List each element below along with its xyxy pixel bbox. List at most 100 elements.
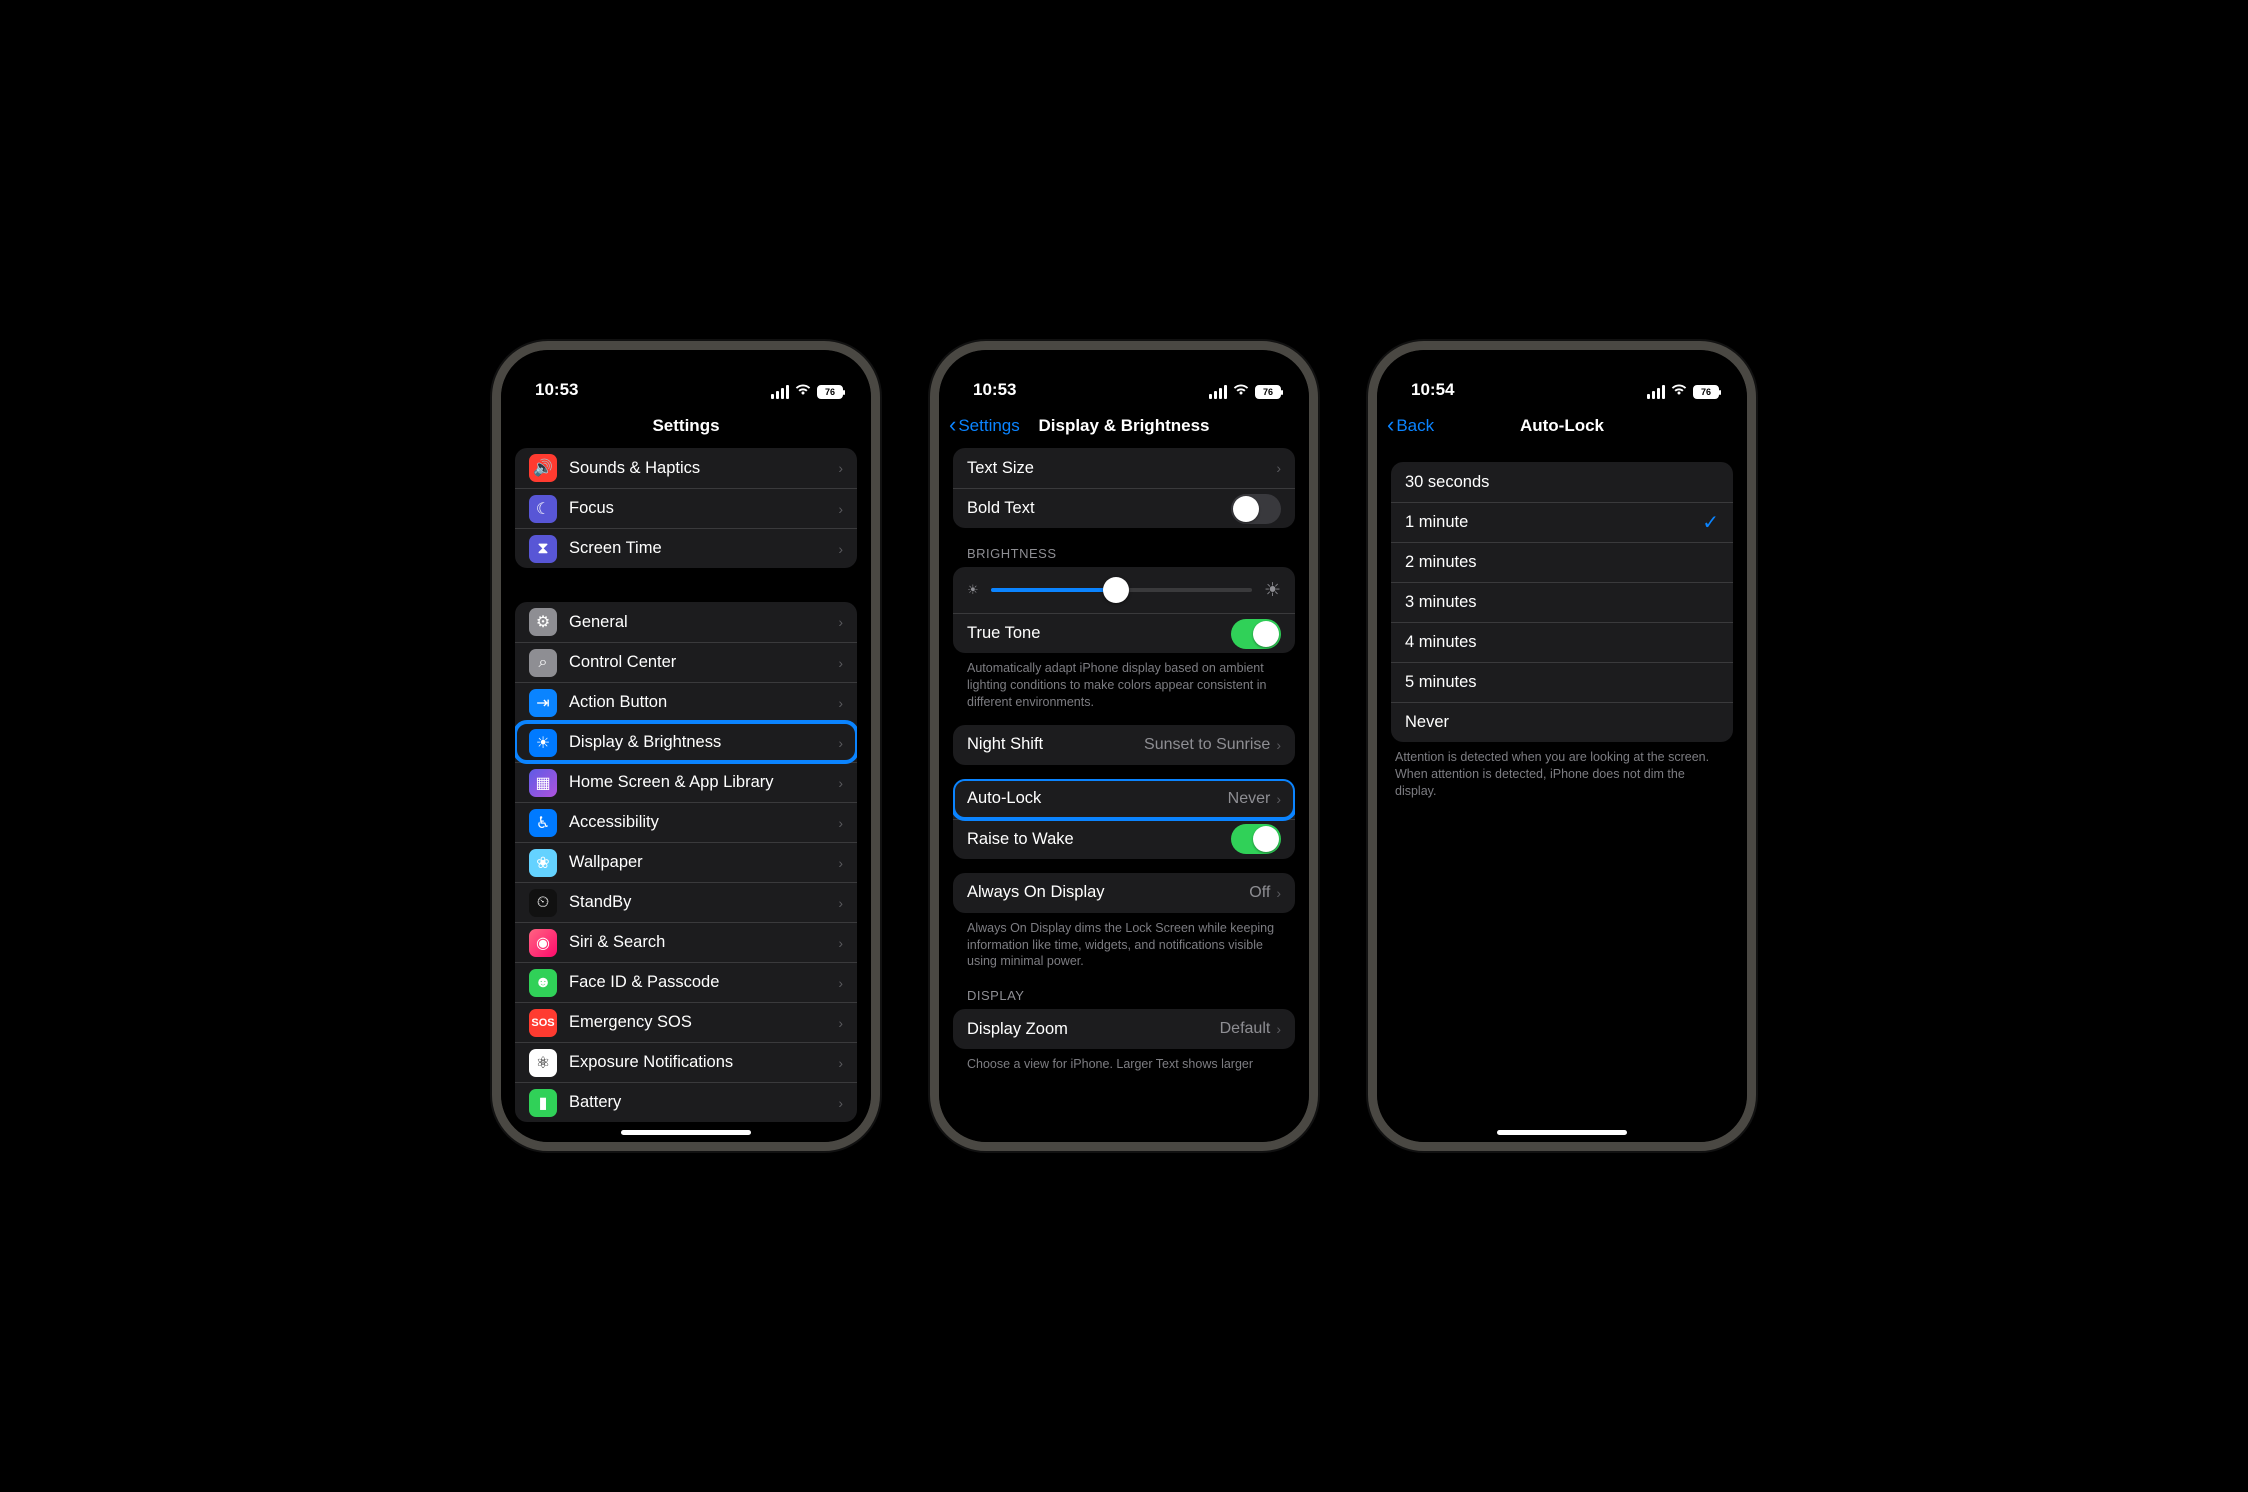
chevron-right-icon: ›: [838, 1015, 843, 1031]
settings-focus-label: Focus: [569, 499, 838, 518]
settings-standby[interactable]: ⏲StandBy›: [515, 882, 857, 922]
battery-icon: 76: [1693, 385, 1719, 399]
night-shift-label: Night Shift: [967, 735, 1144, 754]
row-text-size[interactable]: Text Size ›: [953, 448, 1295, 488]
display-header: DISPLAY: [967, 988, 1295, 1003]
true-tone-footer: Automatically adapt iPhone display based…: [967, 660, 1291, 711]
brightness-slider-row: ☀︎ ☀︎: [953, 567, 1295, 613]
chevron-right-icon: ›: [838, 815, 843, 831]
chevron-right-icon: ›: [838, 460, 843, 476]
status-bar: 10:53 76: [939, 350, 1309, 404]
settings-display-brightness-label: Display & Brightness: [569, 733, 838, 752]
settings-home-screen[interactable]: ▦Home Screen & App Library›: [515, 762, 857, 802]
row-raise-to-wake[interactable]: Raise to Wake: [953, 819, 1295, 859]
settings-display-brightness[interactable]: ☀Display & Brightness›: [515, 722, 857, 762]
always-on-footer: Always On Display dims the Lock Screen w…: [967, 920, 1291, 971]
check-icon: ✓: [1702, 510, 1719, 535]
settings-focus[interactable]: ☾Focus›: [515, 488, 857, 528]
raise-to-wake-label: Raise to Wake: [967, 830, 1231, 849]
settings-home-screen-icon: ▦: [529, 769, 557, 797]
settings-faceid[interactable]: ☻Face ID & Passcode›: [515, 962, 857, 1002]
settings-general[interactable]: ⚙General›: [515, 602, 857, 642]
battery-icon: 76: [817, 385, 843, 399]
home-indicator[interactable]: [621, 1130, 751, 1135]
true-tone-label: True Tone: [967, 624, 1231, 643]
auto-lock-option-label: 5 minutes: [1405, 673, 1719, 692]
nav-bar: Settings: [501, 404, 871, 448]
signal-icon: [1647, 385, 1665, 399]
settings-control-center-icon: ⌕: [529, 649, 557, 677]
signal-icon: [1209, 385, 1227, 399]
auto-lock-option[interactable]: 4 minutes: [1391, 622, 1733, 662]
settings-sounds-icon: 🔊: [529, 454, 557, 482]
settings-sounds-label: Sounds & Haptics: [569, 459, 838, 478]
auto-lock-footer: Attention is detected when you are looki…: [1395, 749, 1729, 800]
row-true-tone[interactable]: True Tone: [953, 613, 1295, 653]
row-always-on[interactable]: Always On Display Off ›: [953, 873, 1295, 913]
settings-siri[interactable]: ◉Siri & Search›: [515, 922, 857, 962]
bold-text-toggle[interactable]: [1231, 494, 1281, 524]
settings-battery[interactable]: ▮Battery›: [515, 1082, 857, 1122]
chevron-right-icon: ›: [1276, 460, 1281, 476]
always-on-label: Always On Display: [967, 883, 1249, 902]
status-time: 10:54: [1411, 380, 1454, 400]
settings-wallpaper[interactable]: ❀Wallpaper›: [515, 842, 857, 882]
sun-large-icon: ☀︎: [1264, 579, 1281, 602]
auto-lock-option[interactable]: 5 minutes: [1391, 662, 1733, 702]
row-night-shift[interactable]: Night Shift Sunset to Sunrise ›: [953, 725, 1295, 765]
page-title: Settings: [501, 416, 871, 436]
settings-battery-icon: ▮: [529, 1089, 557, 1117]
settings-control-center-label: Control Center: [569, 653, 838, 672]
wifi-icon: [795, 383, 811, 400]
settings-screen-time[interactable]: ⧗Screen Time›: [515, 528, 857, 568]
brightness-slider[interactable]: [991, 588, 1252, 592]
settings-sounds[interactable]: 🔊 Sounds & Haptics›: [515, 448, 857, 488]
settings-screen-time-label: Screen Time: [569, 539, 838, 558]
settings-control-center[interactable]: ⌕Control Center›: [515, 642, 857, 682]
text-size-label: Text Size: [967, 459, 1276, 478]
auto-lock-option[interactable]: 30 seconds: [1391, 462, 1733, 502]
chevron-right-icon: ›: [838, 935, 843, 951]
back-label: Back: [1396, 416, 1434, 436]
chevron-right-icon: ›: [838, 735, 843, 751]
phone-settings: 10:53 76 Settings 🔊Sounds & Haptics›☾Foc…: [492, 341, 880, 1151]
wifi-icon: [1671, 383, 1687, 400]
settings-action-button-icon: ⇥: [529, 689, 557, 717]
chevron-right-icon: ›: [838, 501, 843, 517]
chevron-right-icon: ›: [1276, 737, 1281, 753]
settings-sos[interactable]: SOSEmergency SOS›: [515, 1002, 857, 1042]
chevron-right-icon: ›: [1276, 791, 1281, 807]
true-tone-toggle[interactable]: [1231, 619, 1281, 649]
back-button[interactable]: ‹ Back: [1387, 416, 1434, 436]
auto-lock-option-label: 30 seconds: [1405, 473, 1719, 492]
settings-exposure-label: Exposure Notifications: [569, 1053, 838, 1072]
row-bold-text[interactable]: Bold Text: [953, 488, 1295, 528]
settings-action-button[interactable]: ⇥Action Button›: [515, 682, 857, 722]
auto-lock-option[interactable]: 3 minutes: [1391, 582, 1733, 622]
settings-exposure[interactable]: ⚛︎Exposure Notifications›: [515, 1042, 857, 1082]
raise-to-wake-toggle[interactable]: [1231, 824, 1281, 854]
status-bar: 10:53 76: [501, 350, 871, 404]
status-bar: 10:54 76: [1377, 350, 1747, 404]
home-indicator[interactable]: [1497, 1130, 1627, 1135]
auto-lock-option-label: 4 minutes: [1405, 633, 1719, 652]
back-button[interactable]: ‹ Settings: [949, 416, 1020, 436]
settings-exposure-icon: ⚛︎: [529, 1049, 557, 1077]
row-auto-lock[interactable]: Auto-Lock Never ›: [953, 779, 1295, 819]
auto-lock-option[interactable]: 1 minute✓: [1391, 502, 1733, 542]
chevron-right-icon: ›: [838, 855, 843, 871]
settings-siri-icon: ◉: [529, 929, 557, 957]
auto-lock-value: Never: [1228, 790, 1271, 808]
settings-accessibility[interactable]: ♿︎Accessibility›: [515, 802, 857, 842]
settings-general-icon: ⚙: [529, 608, 557, 636]
status-time: 10:53: [535, 380, 578, 400]
auto-lock-option[interactable]: Never: [1391, 702, 1733, 742]
auto-lock-option-label: 1 minute: [1405, 513, 1702, 532]
auto-lock-option-label: Never: [1405, 713, 1719, 732]
auto-lock-option[interactable]: 2 minutes: [1391, 542, 1733, 582]
chevron-right-icon: ›: [838, 1095, 843, 1111]
row-display-zoom[interactable]: Display Zoom Default ›: [953, 1009, 1295, 1049]
chevron-right-icon: ›: [838, 695, 843, 711]
battery-icon: 76: [1255, 385, 1281, 399]
chevron-right-icon: ›: [1276, 885, 1281, 901]
